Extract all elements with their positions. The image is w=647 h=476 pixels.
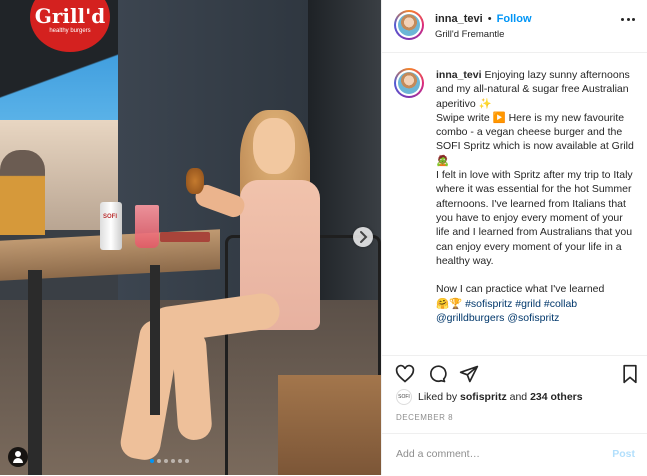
carousel-dot <box>150 459 154 463</box>
liker-avatar[interactable]: SOFI <box>396 389 412 405</box>
caption-text: inna_tevi Enjoying lazy sunny afternoons… <box>436 68 638 325</box>
location-link[interactable]: Grill'd Fremantle <box>435 29 504 40</box>
user-icon-head <box>15 451 21 457</box>
can-label: SOFI <box>103 214 118 220</box>
header-user-line: inna_tevi • Follow <box>435 13 532 25</box>
liker-username[interactable]: sofispritz <box>460 391 507 403</box>
user-icon-body <box>13 458 23 463</box>
carousel-dot <box>164 459 168 463</box>
post-photo[interactable]: Grill'd healthy burgers SOFI <box>0 0 381 475</box>
burger <box>186 168 204 194</box>
likes-prefix: Liked by <box>418 390 461 403</box>
caption: inna_tevi Enjoying lazy sunny afternoons… <box>394 68 638 325</box>
carousel-dot <box>185 459 189 463</box>
avatar-image <box>398 14 420 36</box>
carousel-dot <box>171 459 175 463</box>
next-photo-button[interactable] <box>353 227 373 247</box>
phone <box>160 232 210 242</box>
sofi-can: SOFI <box>100 202 122 250</box>
chevron-right-icon <box>360 231 368 243</box>
likes-others-link[interactable]: 234 others <box>530 391 583 403</box>
avatar-image <box>398 72 420 94</box>
carousel-dot <box>178 459 182 463</box>
caption-avatar[interactable] <box>394 68 424 98</box>
bookmark-icon[interactable] <box>620 364 640 384</box>
heart-icon[interactable] <box>395 364 415 384</box>
carousel-indicator <box>150 459 230 465</box>
post-comment-button[interactable]: Post <box>612 448 635 460</box>
more-dot <box>621 18 624 21</box>
caption-body: Enjoying lazy sunny afternoons and my al… <box>436 69 634 310</box>
sign-title: Grill'd <box>34 4 106 28</box>
likes-summary: SOFI Liked by sofispritz and 234 others <box>396 389 583 405</box>
spritz-glass <box>135 205 159 248</box>
comment-input[interactable]: Add a comment… <box>396 448 480 460</box>
avatar[interactable] <box>394 10 424 40</box>
comment-box: Add a comment… Post <box>382 433 647 476</box>
comment-icon[interactable] <box>427 364 447 384</box>
tagged-users-button[interactable] <box>8 447 28 467</box>
separator: • <box>487 13 492 25</box>
post-date[interactable]: DECEMBER 8 <box>396 413 453 422</box>
username-link[interactable]: inna_tevi <box>435 13 483 25</box>
woman-face <box>253 118 295 174</box>
chair-seat <box>278 375 381 475</box>
post-side-panel: inna_tevi • Follow Grill'd Fremantle inn… <box>381 0 647 475</box>
carousel-dot <box>157 459 161 463</box>
action-bar <box>382 355 647 386</box>
table-leg <box>150 265 160 415</box>
likes-and: and <box>506 390 531 403</box>
more-dot <box>632 18 635 21</box>
more-options-button[interactable] <box>621 18 635 22</box>
post-header: inna_tevi • Follow Grill'd Fremantle <box>382 0 647 53</box>
background-person <box>0 150 45 235</box>
sign-subtitle: healthy burgers <box>49 28 91 34</box>
follow-button[interactable]: Follow <box>497 13 532 25</box>
share-icon[interactable] <box>459 364 479 384</box>
instagram-post: Grill'd healthy burgers SOFI inna_tevi •… <box>0 0 647 475</box>
table-leg <box>28 270 42 475</box>
caption-username[interactable]: inna_tevi <box>436 69 482 81</box>
more-dot <box>626 18 630 21</box>
